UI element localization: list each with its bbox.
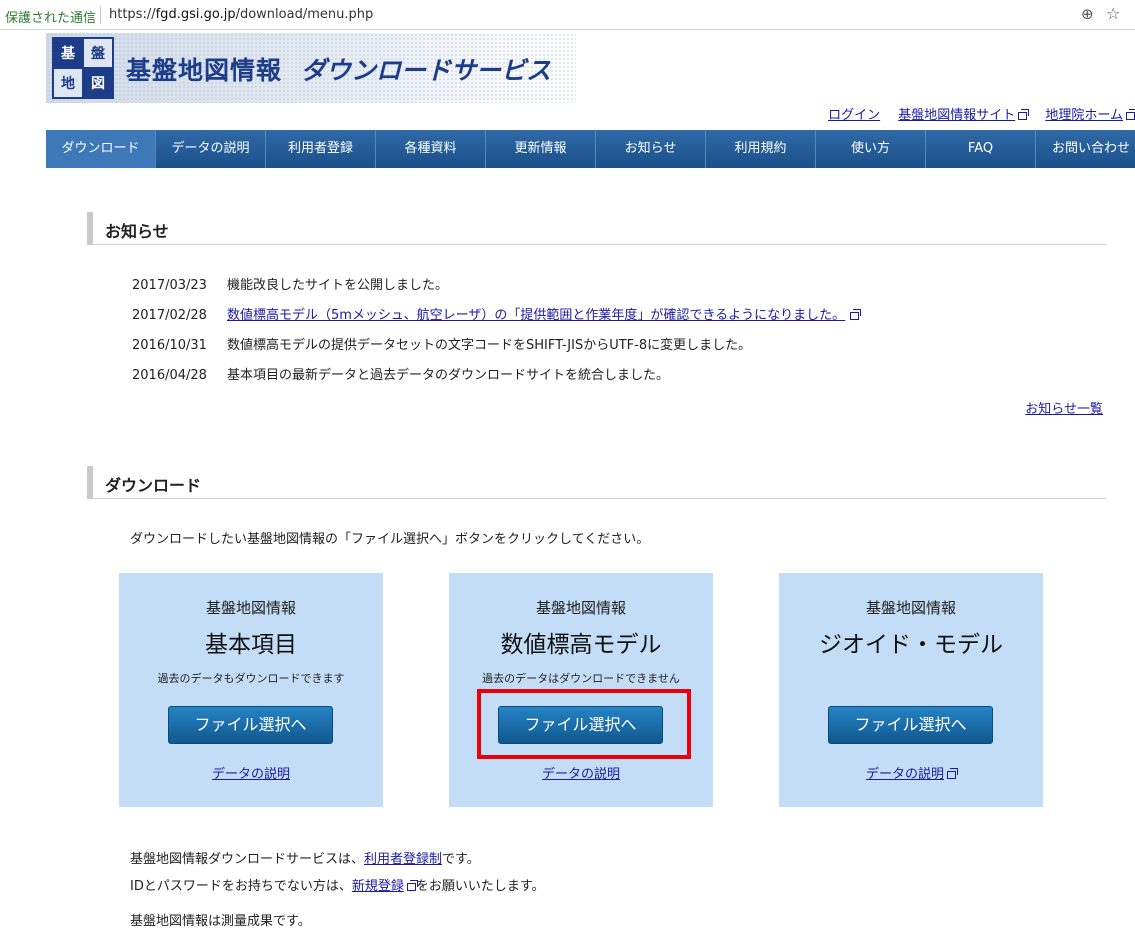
news-text: 基本項目の最新データと過去データのダウンロードサイトを統合しました。 [227, 368, 670, 383]
registration-notice: 基盤地図情報ダウンロードサービスは、利用者登録制です。 IDとパスワードをお持ち… [130, 846, 545, 900]
card-desc-wrapper: データの説明 [449, 763, 713, 782]
site-banner[interactable]: 基 盤 地 図 基盤地図情報 ダウンロードサービス [46, 33, 576, 103]
nav-data-description[interactable]: データの説明 [156, 130, 266, 168]
external-link-icon [406, 880, 418, 891]
bookmark-star-icon[interactable]: ☆ [1106, 4, 1120, 23]
nav-faq[interactable]: FAQ [926, 130, 1036, 168]
data-description-link-dem[interactable]: データの説明 [542, 767, 620, 782]
logo-cell: 基 [54, 39, 82, 67]
card-geoid: 基盤地図情報 ジオイド・モデル ファイル選択へ データの説明 [779, 573, 1043, 807]
news-link-text: 数値標高モデル（5mメッシュ、航空レーザ）の「提供範囲と作業年度」が確認できるよ… [227, 308, 846, 323]
data-description-link-basic[interactable]: データの説明 [212, 767, 290, 782]
data-description-link-geoid[interactable]: データの説明 [866, 767, 944, 782]
external-link-icon [1126, 109, 1135, 120]
zoom-icon[interactable]: ⊕ [1081, 5, 1094, 23]
nav-contact[interactable]: お問い合わせ [1036, 130, 1135, 168]
notice-text: をお願いいたします。 [415, 879, 545, 894]
nav-download[interactable]: ダウンロード [46, 130, 156, 168]
news-date: 2017/03/23 [132, 278, 207, 293]
card-name: 基本項目 [205, 632, 297, 658]
external-link-icon [947, 768, 958, 779]
news-section-heading: お知らせ [87, 212, 1106, 245]
gsi-home-link[interactable]: 地理院ホーム [1045, 108, 1135, 123]
new-registration-link[interactable]: 新規登録 [352, 879, 404, 894]
site-subtitle: ダウンロードサービス [301, 56, 552, 85]
news-list: 2017/03/23 機能改良したサイトを公開しました。 2017/02/28 数値… [132, 277, 862, 397]
external-link-icon [850, 309, 862, 320]
card-name: ジオイド・モデル [819, 632, 1003, 658]
news-item: 2017/03/23 機能改良したサイトを公開しました。 [132, 277, 859, 307]
download-instruction: ダウンロードしたい基盤地図情報の「ファイル選択へ」ボタンをクリックしてください。 [130, 532, 650, 547]
nav-updates[interactable]: 更新情報 [486, 130, 596, 168]
news-text: 数値標高モデルの提供データセットの文字コードをSHIFT-JISからUTF-8に… [227, 338, 752, 353]
notice-text: IDとパスワードをお持ちでない方は、 [130, 879, 352, 894]
news-date: 2017/02/28 [132, 308, 207, 323]
card-note: 過去のデータはダウンロードできません [482, 672, 680, 685]
news-item: 2016/10/31 数値標高モデルの提供データセットの文字コードをSHIFT-J… [132, 337, 859, 367]
download-section-title: ダウンロード [105, 476, 202, 495]
card-basic-items: 基盤地図情報 基本項目 過去のデータもダウンロードできます ファイル選択へ デー… [119, 573, 383, 807]
news-item: 2016/04/28 基本項目の最新データと過去データのダウンロードサイトを統合し… [132, 367, 859, 397]
nav-terms[interactable]: 利用規約 [706, 130, 816, 168]
new-registration-label: 新規登録 [351, 879, 404, 894]
notice-line-cut: 基盤地図情報は測量成果です。 [130, 914, 311, 929]
nav-user-registration[interactable]: 利用者登録 [266, 130, 376, 168]
news-list-link[interactable]: お知らせ一覧 [1025, 398, 1103, 417]
logo-cell: 地 [54, 69, 82, 97]
notice-line: IDとパスワードをお持ちでない方は、新規登録 をお願いいたします。 [130, 873, 545, 900]
nav-documents[interactable]: 各種資料 [376, 130, 486, 168]
card-desc-wrapper: データの説明 [779, 763, 1043, 782]
secure-connection-label[interactable]: 保護された通信 [5, 7, 96, 26]
gsi-home-link-label: 地理院ホーム [1045, 108, 1123, 123]
data-description-link-label: データの説明 [865, 767, 944, 782]
card-kicker: 基盤地図情報 [865, 599, 956, 617]
card-desc-wrapper: データの説明 [119, 763, 383, 782]
login-link-label: ログイン [828, 108, 881, 123]
site-title: 基盤地図情報 [126, 56, 283, 85]
address-separator [100, 6, 101, 24]
fgd-site-link-label: 基盤地図情報サイト [898, 108, 1016, 123]
notice-text: 基盤地図情報ダウンロードサービスは、 [130, 852, 365, 867]
logo-cell: 盤 [84, 39, 112, 67]
login-link[interactable]: ログイン [828, 108, 880, 123]
nav-how-to-use[interactable]: 使い方 [816, 130, 926, 168]
url-scheme: https:// [109, 7, 156, 22]
news-section-title: お知らせ [105, 222, 169, 241]
card-kicker: 基盤地図情報 [205, 599, 296, 617]
logo-cell: 図 [84, 69, 112, 97]
card-name: 数値標高モデル [500, 632, 662, 658]
user-registration-link[interactable]: 利用者登録制 [364, 852, 442, 867]
news-date: 2016/10/31 [132, 338, 207, 353]
card-note: 過去のデータもダウンロードできます [157, 672, 345, 685]
fgd-site-link[interactable]: 基盤地図情報サイト [898, 108, 1030, 123]
card-kicker: 基盤地図情報 [535, 599, 626, 617]
browser-address-bar[interactable]: 保護された通信 https://fgd.gsi.go.jp/download/m… [0, 0, 1135, 30]
site-logo: 基 盤 地 図 [52, 37, 114, 99]
notice-line: 基盤地図情報ダウンロードサービスは、利用者登録制です。 [130, 846, 545, 873]
news-date: 2016/04/28 [132, 368, 207, 383]
file-select-button-geoid[interactable]: ファイル選択へ [828, 706, 993, 744]
download-section-heading: ダウンロード [87, 466, 1106, 499]
file-select-button-basic[interactable]: ファイル選択へ [168, 706, 333, 744]
main-nav: ダウンロード データの説明 利用者登録 各種資料 更新情報 お知らせ 利用規約 … [46, 130, 1135, 168]
top-links: ログイン 基盤地図情報サイト 地理院ホーム [814, 104, 1135, 123]
news-item: 2017/02/28 数値標高モデル（5mメッシュ、航空レーザ）の「提供範囲と作業… [132, 307, 862, 337]
url-path: /download/menu.php [235, 7, 374, 22]
external-link-icon [1018, 109, 1030, 120]
highlight-box [477, 689, 691, 759]
url-text[interactable]: https://fgd.gsi.go.jp/download/menu.php [109, 7, 373, 22]
notice-text: です。 [442, 852, 480, 867]
url-host: fgd.gsi.go.jp [155, 7, 236, 22]
news-text: 機能改良したサイトを公開しました。 [227, 278, 449, 293]
nav-news[interactable]: お知らせ [596, 130, 706, 168]
news-link[interactable]: 数値標高モデル（5mメッシュ、航空レーザ）の「提供範囲と作業年度」が確認できるよ… [227, 308, 845, 323]
